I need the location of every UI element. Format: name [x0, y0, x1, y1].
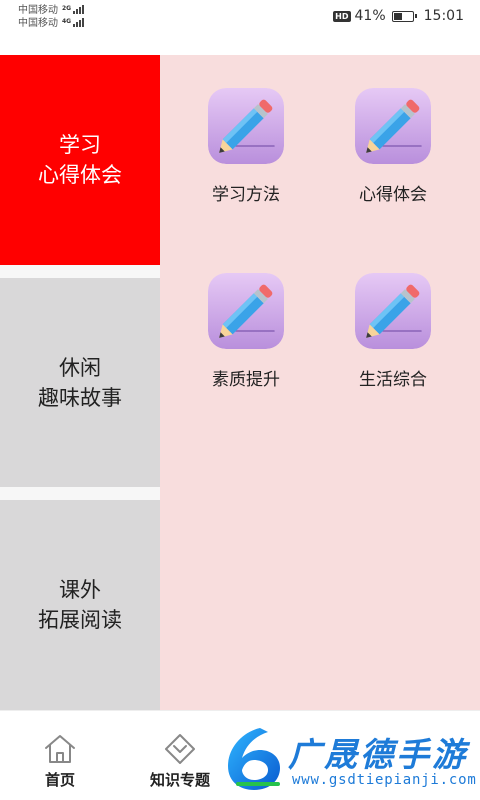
pencil-icon — [208, 273, 284, 349]
diamond-chevron-icon — [165, 734, 195, 764]
signal-icon — [73, 17, 85, 27]
signal-icon — [73, 4, 85, 14]
battery-fill — [393, 12, 402, 20]
watermark-url: www.gsdtiepianji.com — [292, 772, 477, 788]
category-label-line1: 课外 — [59, 578, 101, 602]
category-extracurricular-reading[interactable]: 课外 拓展阅读 — [0, 500, 160, 710]
home-icon — [45, 735, 75, 763]
category-label-line1: 休闲 — [59, 355, 101, 380]
battery-icon — [391, 10, 417, 22]
network-type-1: 2G — [62, 4, 72, 12]
tile-label: 素质提升 — [212, 370, 280, 390]
tab-home[interactable]: 首页 — [10, 711, 110, 800]
tile-label: 学习方法 — [212, 185, 280, 205]
watermark-title: 广晟德手游 — [288, 735, 468, 774]
tile-insights[interactable]: 心得体会 — [333, 88, 453, 205]
category-sidebar: 学习 心得体会 休闲 趣味故事 课外 拓展阅读 — [0, 55, 160, 710]
battery-percent: 41% — [354, 8, 386, 24]
pencil-icon — [208, 88, 284, 164]
category-study-insights[interactable]: 学习 心得体会 — [0, 55, 160, 265]
tile-quality-improvement[interactable]: 素质提升 — [186, 273, 306, 390]
carrier-label-2: 中国移动 — [18, 18, 58, 29]
category-leisure-stories[interactable]: 休闲 趣味故事 — [0, 278, 160, 487]
watermark-logo-icon — [228, 728, 280, 790]
tab-label: 首页 — [44, 771, 75, 789]
status-right-group: HD 41% 15:01 — [333, 7, 464, 25]
tab-label: 知识专题 — [149, 771, 210, 789]
status-bar: 中国移动 2G 中国移动 4G HD 41% 15:01 — [0, 0, 480, 32]
content-panel: 学习方法 心得体会 素质提升 生活综合 — [160, 55, 480, 710]
tile-study-methods[interactable]: 学习方法 — [186, 88, 306, 205]
category-label-line1: 学习 — [59, 133, 101, 157]
category-label-line2: 心得体会 — [38, 163, 122, 187]
pencil-icon — [355, 273, 431, 349]
tile-label: 心得体会 — [359, 185, 427, 205]
network-type-2: 4G — [62, 17, 72, 25]
hd-icon: HD — [333, 10, 351, 22]
category-label-line2: 拓展阅读 — [38, 608, 122, 632]
tile-label: 生活综合 — [359, 370, 427, 390]
tab-knowledge-topics[interactable]: 知识专题 — [130, 711, 230, 800]
category-label-line2: 趣味故事 — [38, 385, 122, 410]
tile-life-general[interactable]: 生活综合 — [333, 273, 453, 390]
clock: 15:01 — [423, 8, 464, 24]
carrier-info: 中国移动 2G 中国移动 4G — [18, 2, 85, 29]
pencil-icon — [355, 88, 431, 164]
watermark: 广晟德手游 www.gsdtiepianji.com — [216, 718, 480, 800]
